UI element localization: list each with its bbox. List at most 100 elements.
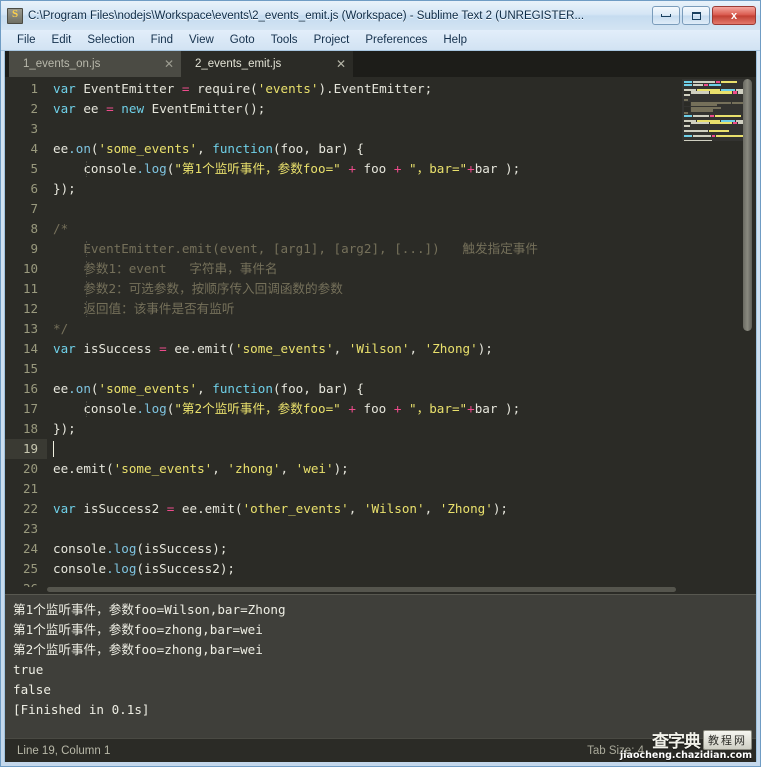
- maximize-button[interactable]: [682, 6, 710, 25]
- line-number: 14: [22, 341, 38, 356]
- code-token-pl: ee.emit(: [166, 341, 236, 356]
- code-token-pl: );: [333, 461, 349, 476]
- code-text-area[interactable]: var EventEmitter = require('events').Eve…: [47, 77, 680, 587]
- code-token-str: 'Zhong': [424, 341, 478, 356]
- menu-goto[interactable]: Goto: [222, 33, 263, 47]
- line-number-gutter: 1 2 3 4 5 6 7 8 9 10 11 12 13 14 15 16 17 18 19 20 21 22 23 24 2…: [5, 77, 47, 587]
- minimap-segment: [710, 114, 714, 117]
- tab-label: 1_events_on.js: [23, 58, 101, 70]
- menu-selection[interactable]: Selection: [79, 33, 142, 47]
- code-line[interactable]: var EventEmitter = require('events').Eve…: [47, 79, 680, 99]
- line-number: 25: [22, 561, 38, 576]
- line-number: 13: [22, 321, 38, 336]
- code-line[interactable]: 返回值：该事件是否有监听: [47, 299, 680, 319]
- vertical-scrollbar[interactable]: [743, 79, 752, 331]
- minimap-line: [684, 122, 744, 125]
- line-number: 10: [22, 261, 38, 276]
- minimap-segment: [684, 124, 690, 128]
- line-number: 6: [30, 181, 38, 196]
- minimap-segment: [693, 114, 709, 117]
- code-line[interactable]: console.log("第2个监听事件，参数foo=" + foo + "，b…: [47, 399, 680, 419]
- code-token-pl: ee: [83, 101, 107, 116]
- code-line[interactable]: /*: [47, 219, 680, 239]
- code-line[interactable]: 参数1：event 字符串，事件名: [47, 259, 680, 279]
- code-line[interactable]: });: [47, 179, 680, 199]
- line-number: 16: [22, 381, 38, 396]
- menu-find[interactable]: Find: [143, 33, 181, 47]
- minimap-segment: [684, 93, 690, 97]
- code-line[interactable]: ee.on('some_events', function(foo, bar) …: [47, 139, 680, 159]
- code-token-k: var: [53, 501, 84, 516]
- menu-edit[interactable]: Edit: [44, 33, 80, 47]
- code-line[interactable]: });: [47, 419, 680, 439]
- code-line[interactable]: console.log(isSuccess2);: [47, 559, 680, 579]
- tab-1-events-on-js[interactable]: 1_events_on.js ✕: [9, 51, 181, 77]
- build-output-panel[interactable]: 第1个监听事件，参数foo=Wilson,bar=Zhong 第1个监听事件，参数…: [5, 594, 756, 738]
- horizontal-scrollbar[interactable]: [5, 587, 756, 594]
- code-line[interactable]: var ee = new EventEmitter();: [47, 99, 680, 119]
- menu-file[interactable]: File: [9, 33, 44, 47]
- line-number: 22: [22, 501, 38, 516]
- line-number: 4: [30, 141, 38, 156]
- cursor-position-label: Line 19, Column 1: [17, 744, 111, 757]
- minimize-button[interactable]: [652, 6, 680, 25]
- close-button[interactable]: x: [712, 6, 756, 25]
- menu-help[interactable]: Help: [435, 33, 475, 47]
- code-token-pl: ,: [424, 501, 440, 516]
- code-line[interactable]: var isSuccess = ee.emit('some_events', '…: [47, 339, 680, 359]
- code-line[interactable]: var isSuccess2 = ee.emit('other_events',…: [47, 499, 680, 519]
- code-line[interactable]: EventEmitter.emit(event, [arg1], [arg2],…: [47, 239, 680, 259]
- code-line[interactable]: console.log("第1个监听事件，参数foo=" + foo + "，b…: [47, 159, 680, 179]
- code-token-op: =: [106, 101, 114, 116]
- minimap-segment: [716, 135, 744, 138]
- line-number: 7: [30, 201, 38, 216]
- code-token-k: function: [212, 381, 273, 396]
- line-number: 1: [30, 81, 38, 96]
- title-bar[interactable]: C:\Program Files\nodejs\Workspace\events…: [1, 1, 760, 30]
- menu-view[interactable]: View: [181, 33, 222, 47]
- code-token-fn: .on: [68, 141, 91, 156]
- menu-tools[interactable]: Tools: [263, 33, 306, 47]
- minimap-segment: [709, 83, 721, 86]
- code-line[interactable]: [47, 579, 680, 587]
- editor-view[interactable]: 1 2 3 4 5 6 7 8 9 10 11 12 13 14 15 16 17 18 19 20 21 22 23 24 2…: [5, 77, 756, 587]
- tab-2-events-emit-js[interactable]: 2_events_emit.js ✕: [181, 51, 353, 77]
- tab-size-label[interactable]: Tab Size: 4: [587, 745, 744, 757]
- code-line[interactable]: [47, 479, 680, 499]
- code-line[interactable]: [47, 119, 680, 139]
- minimap-segment: [691, 91, 709, 94]
- code-token-cm: */: [53, 321, 69, 336]
- code-line[interactable]: 参数2：可选参数，按顺序传入回调函数的参数: [47, 279, 680, 299]
- menu-preferences[interactable]: Preferences: [357, 33, 435, 47]
- code-token-op: +: [386, 401, 410, 416]
- line-number: 24: [22, 541, 38, 556]
- menu-project[interactable]: Project: [306, 33, 358, 47]
- code-token-pl: ee.emit(: [174, 501, 243, 516]
- code-token-k: var: [53, 101, 84, 116]
- code-line[interactable]: [47, 519, 680, 539]
- code-token-pl: ee.emit(: [53, 461, 114, 476]
- code-token-str: 'some_events': [113, 461, 213, 476]
- code-token-pl: (isSuccess2);: [136, 561, 235, 576]
- code-token-fn: .log: [136, 161, 167, 176]
- tab-close-icon[interactable]: ✕: [329, 57, 353, 71]
- minimap-line: [684, 91, 744, 94]
- code-line[interactable]: [47, 359, 680, 379]
- code-token-k: var: [53, 341, 84, 356]
- code-line[interactable]: ee.emit('some_events', 'zhong', 'wei');: [47, 459, 680, 479]
- minimap-segment: [733, 122, 737, 125]
- code-line[interactable]: console.log(isSuccess);: [47, 539, 680, 559]
- code-line[interactable]: [47, 439, 680, 459]
- code-token-pl: );: [492, 501, 509, 516]
- code-line[interactable]: ee.on('some_events', function(foo, bar) …: [47, 379, 680, 399]
- tab-bar: 1_events_on.js ✕ 2_events_emit.js ✕: [5, 51, 756, 77]
- code-line[interactable]: [47, 199, 680, 219]
- minimap-segment: [691, 109, 713, 112]
- tab-close-icon[interactable]: ✕: [157, 57, 181, 71]
- code-token-fn: .log: [106, 561, 137, 576]
- code-line[interactable]: */: [47, 319, 680, 339]
- code-minimap[interactable]: [680, 77, 756, 587]
- code-token-pl: (: [90, 381, 99, 396]
- output-line: 第1个监听事件，参数foo=zhong,bar=wei: [13, 622, 263, 637]
- code-token-str: 'Zhong': [439, 501, 493, 516]
